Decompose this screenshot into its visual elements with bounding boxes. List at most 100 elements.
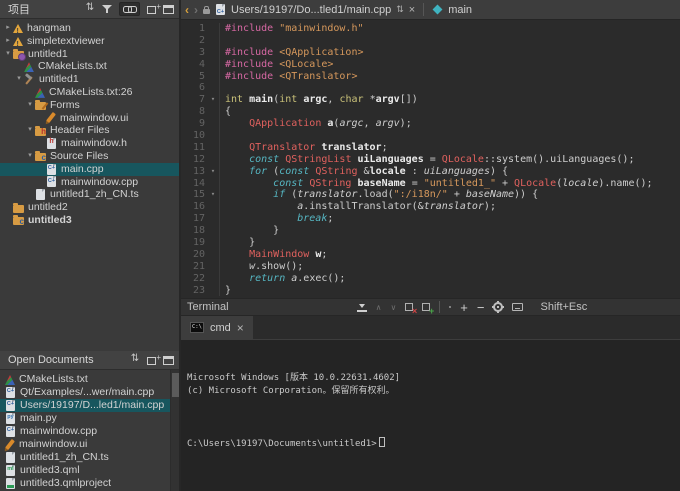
code-line-5[interactable]: 5 #include <QTranslator> <box>181 70 680 83</box>
fold-marker-icon[interactable]: ▾ <box>207 165 220 178</box>
chevron-up-icon[interactable]: ∧ <box>376 303 382 312</box>
gear-icon[interactable] <box>493 302 504 312</box>
terminal-tab-cmd[interactable]: cmd × <box>181 316 253 339</box>
sort-icon[interactable]: ⇅ <box>85 3 95 15</box>
code-line-1[interactable]: 1 #include "mainwindow.h" <box>181 23 680 35</box>
detach-window-icon[interactable] <box>163 5 174 14</box>
expand-arrow-icon[interactable]: ▸ <box>3 22 13 35</box>
tree-item-mainwindow-cpp[interactable]: mainwindow.cpp <box>0 175 179 189</box>
folder-project-icon <box>13 48 26 61</box>
sort-icon[interactable]: ⇅ <box>130 354 140 366</box>
folder-h-icon <box>35 125 46 139</box>
code-line-4[interactable]: 4 #include <QLocale> <box>181 58 680 71</box>
expand-arrow-icon[interactable]: ▾ <box>25 124 35 137</box>
tree-item-untitled1[interactable]: ▾ untitled1 <box>0 73 179 86</box>
code-line-8[interactable]: 8{ <box>181 106 680 119</box>
code-line-3[interactable]: 3 #include <QApplication> <box>181 46 680 59</box>
code-token: []) <box>399 94 418 106</box>
tree-item-untitled1[interactable]: ▾ untitled1 <box>0 48 179 61</box>
code-line-10[interactable]: 10 <box>181 130 680 142</box>
code-line-6[interactable]: 6 <box>181 82 680 95</box>
open-documents-list[interactable]: CMakeLists.txtQt/Examples/...wer/main.cp… <box>0 370 179 491</box>
line-number: 6 <box>198 82 205 94</box>
split-icon[interactable] <box>147 2 161 14</box>
open-document-cmakelists-txt[interactable]: CMakeLists.txt <box>0 373 179 386</box>
tree-item-cmakelists-txt[interactable]: CMakeLists.txt <box>0 60 179 73</box>
code-line-15[interactable]: 15 ▾ if (translator.load(":/i18n/" + base… <box>181 189 680 202</box>
open-documents-header: Open Documents ⇅ <box>0 351 179 370</box>
close-terminal-icon[interactable] <box>405 303 417 316</box>
zoom-in-icon[interactable]: + <box>460 300 468 315</box>
code-line-23[interactable]: 23} <box>181 284 680 297</box>
open-document-mainwindow-cpp[interactable]: mainwindow.cpp <box>0 424 179 438</box>
code-line-9[interactable]: 9 QApplication a(argc, argv); <box>181 118 680 131</box>
fold-column <box>207 118 220 131</box>
code-line-2[interactable]: 2 <box>181 34 680 47</box>
open-document-untitled3-qmlproject[interactable]: untitled3.qmlproject <box>0 477 179 490</box>
code-line-11[interactable]: 11 QTranslator translator; <box>181 141 680 154</box>
filter-icon[interactable] <box>102 4 112 14</box>
fold-marker-icon[interactable]: ▾ <box>207 189 220 202</box>
terminal-panel-label[interactable]: Terminal <box>187 301 229 313</box>
tree-item-simpletextviewer[interactable]: ▸ simpletextviewer <box>0 34 179 52</box>
open-documents-scrollbar[interactable] <box>170 370 179 491</box>
code-line-20[interactable]: 20 MainWindow w; <box>181 248 680 261</box>
dock-terminal-icon[interactable] <box>356 303 367 312</box>
code-line-18[interactable]: 18 } <box>181 225 680 238</box>
close-document-icon[interactable]: × <box>409 4 415 16</box>
back-icon[interactable]: ‹ <box>185 3 189 17</box>
code-line-19[interactable]: 19 } <box>181 237 680 249</box>
line-number: 4 <box>198 58 205 70</box>
close-icon[interactable]: × <box>237 321 244 335</box>
code-line-12[interactable]: 12 const QStringList uiLanguages = QLoca… <box>181 153 680 166</box>
symbol-tab-label[interactable]: main <box>448 4 472 16</box>
forward-icon[interactable]: › <box>194 3 198 17</box>
tree-item-mainwindow-h[interactable]: mainwindow.h <box>0 136 179 150</box>
split-icon[interactable] <box>147 353 161 365</box>
expand-arrow-icon[interactable]: ▾ <box>14 73 24 86</box>
code-line-21[interactable]: 21 w.show(); <box>181 260 680 273</box>
tree-item-label: simpletextviewer <box>27 34 105 47</box>
expand-arrow-icon[interactable]: ▸ <box>3 35 13 48</box>
code-line-22[interactable]: 22 return a.exec(); <box>181 272 680 285</box>
tree-item-source-files[interactable]: ▾ Source Files <box>0 150 179 164</box>
open-document-mainwindow-ui[interactable]: mainwindow.ui <box>0 438 179 451</box>
tree-item-mainwindow-ui[interactable]: mainwindow.ui <box>0 112 179 125</box>
code-line-13[interactable]: 13 ▾ for (const QString &locale : uiLangu… <box>181 165 680 178</box>
tree-item-cmakelists-txt-26[interactable]: CMakeLists.txt:26 <box>0 86 179 99</box>
code-editor[interactable]: 1 #include "mainwindow.h" 2 3 #include <QApp… <box>181 20 680 298</box>
zoom-out-icon[interactable]: − <box>477 300 485 315</box>
terminal-output[interactable]: Microsoft Windows [版本 10.0.22631.4602] (c… <box>181 340 680 491</box>
open-document-qt-examples-wer-main-cpp[interactable]: Qt/Examples/...wer/main.cpp <box>0 385 179 399</box>
tree-item-untitled3[interactable]: untitled3 <box>0 214 179 228</box>
tree-item-hangman[interactable]: ▸ hangman <box>0 22 179 39</box>
detach-window-icon[interactable] <box>163 356 174 365</box>
tree-item-header-files[interactable]: ▾ Header Files <box>0 124 179 139</box>
fold-marker-icon[interactable]: ▾ <box>207 94 220 107</box>
open-document-users-19197-d-led1-main-cpp[interactable]: Users/19197/D...led1/main.cpp <box>0 398 179 412</box>
code-line-17[interactable]: 17 break; <box>181 213 680 226</box>
expand-arrow-icon[interactable]: ▾ <box>3 48 13 61</box>
expand-arrow-icon[interactable]: ▾ <box>25 99 35 112</box>
new-terminal-icon[interactable] <box>422 303 434 316</box>
document-dropdown-icon[interactable]: ⇅ <box>396 4 404 15</box>
document-tab-label[interactable]: Users/19197/Do...tled1/main.cpp <box>231 4 391 16</box>
open-document-untitled3-qml[interactable]: untitled3.qml <box>0 463 179 477</box>
tree-item-label: Forms <box>50 98 80 111</box>
chevron-down-icon[interactable]: ∨ <box>390 303 396 312</box>
keyboard-icon[interactable] <box>512 303 524 311</box>
open-document-untitled1-zh-cn-ts[interactable]: untitled1_zh_CN.ts <box>0 451 179 464</box>
code-line-14[interactable]: 14 const QString baseName = "untitled1_"… <box>181 177 680 190</box>
tree-item-main-cpp[interactable]: main.cpp <box>0 162 179 176</box>
tree-item-untitled1-zh-cn-ts[interactable]: untitled1_zh_CN.ts <box>0 188 179 201</box>
scrollbar-thumb[interactable] <box>172 373 179 397</box>
expand-arrow-icon[interactable]: ▾ <box>25 150 35 163</box>
sync-with-editor-button[interactable] <box>119 2 140 16</box>
open-document-main-py[interactable]: main.py <box>0 411 179 425</box>
tree-item-untitled2[interactable]: untitled2 <box>0 201 179 214</box>
project-tree[interactable]: ▸hangman▸simpletextviewer▾untitled1CMake… <box>0 19 179 351</box>
code-line-16[interactable]: 16 a.installTranslator(&translator); <box>181 201 680 214</box>
tree-item-forms[interactable]: ▾ Forms <box>0 99 179 112</box>
document-label: Qt/Examples/...wer/main.cpp <box>20 386 155 398</box>
code-line-7[interactable]: 7 ▾ int main(int argc, char *argv[]) <box>181 94 680 107</box>
